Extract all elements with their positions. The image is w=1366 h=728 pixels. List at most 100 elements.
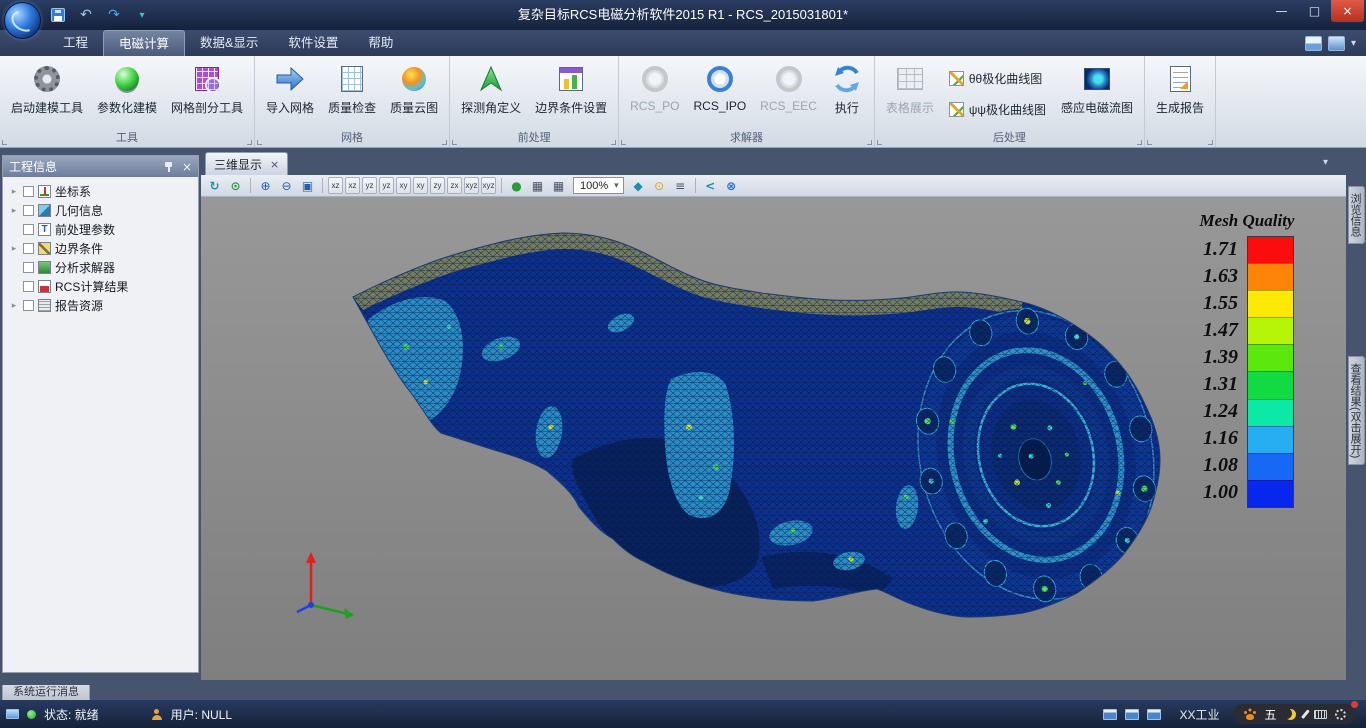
app-logo-icon: [4, 2, 41, 39]
execute-button[interactable]: 执行: [824, 59, 870, 116]
user-icon: [151, 709, 163, 720]
orbit-view-button[interactable]: ⊙: [226, 177, 245, 195]
rotate-view-button[interactable]: ↻: [205, 177, 224, 195]
ime-mode-label[interactable]: 五: [1264, 706, 1276, 723]
close-button[interactable]: ×: [1331, 0, 1364, 22]
redo-button[interactable]: ↷: [104, 5, 124, 25]
tree-checkbox[interactable]: [23, 243, 34, 254]
field-map-icon: [1084, 68, 1110, 90]
view-orientation-button[interactable]: yz: [379, 177, 394, 194]
application-window: ↶ ↷ ▾ 复杂目标RCS电磁分析软件2015 R1 - RCS_2015031…: [0, 0, 1366, 728]
menu-tab-software-settings[interactable]: 软件设置: [273, 30, 353, 56]
undo-button[interactable]: ↶: [76, 5, 96, 25]
zoom-window-button[interactable]: ▣: [298, 177, 317, 195]
tab-3d-display[interactable]: 三维显示 ×: [205, 152, 288, 175]
moon-icon[interactable]: [1285, 709, 1296, 720]
grid-toggle-button[interactable]: ▦: [549, 177, 568, 195]
input-method-bar[interactable]: 五: [1233, 704, 1356, 724]
shaded-view-button[interactable]: ●: [507, 177, 526, 195]
flow-share-button[interactable]: <: [701, 177, 720, 195]
layers-button[interactable]: ≡: [671, 177, 690, 195]
table-display-button[interactable]: 表格展示: [879, 59, 941, 116]
taskbar-window-icon[interactable]: [1125, 709, 1139, 720]
ime-paw-icon[interactable]: [1243, 708, 1256, 720]
tree-checkbox[interactable]: [23, 205, 34, 216]
menu-tab-em-computation[interactable]: 电磁计算: [103, 30, 185, 56]
view-orientation-button[interactable]: zy: [430, 177, 445, 194]
tree-checkbox[interactable]: [23, 262, 34, 273]
tree-checkbox[interactable]: [23, 224, 34, 235]
tree-item-analysis-solver[interactable]: ▸ 分析求解器: [5, 258, 196, 277]
view-orientation-button[interactable]: xz: [328, 177, 343, 194]
probe-angle-define-button[interactable]: 探测角定义: [454, 59, 528, 116]
theta-polarization-curve-button[interactable]: θθ极化曲线图: [941, 63, 1054, 94]
parametric-modeling-button[interactable]: 参数化建模: [90, 59, 164, 116]
system-messages-tab[interactable]: 系统运行消息: [2, 685, 90, 701]
psi-polarization-curve-button[interactable]: ψψ极化曲线图: [941, 94, 1054, 125]
keyboard-icon[interactable]: [1314, 710, 1327, 719]
quality-contour-button[interactable]: 质量云图: [383, 59, 445, 116]
rcs-ipo-button[interactable]: RCS_IPO: [686, 59, 753, 113]
quick-access-more-button[interactable]: ▾: [132, 5, 152, 25]
browse-info-tab[interactable]: 浏览信息: [1348, 186, 1365, 244]
close-view-button[interactable]: ⊗: [722, 177, 741, 195]
zoom-in-button[interactable]: ⊕: [256, 177, 275, 195]
import-mesh-button[interactable]: 导入网格: [259, 59, 321, 116]
taskbar-window-icon[interactable]: [1103, 709, 1117, 720]
tree-checkbox[interactable]: [23, 186, 34, 197]
tree-item-geometry-info[interactable]: ▸ 几何信息: [5, 201, 196, 220]
taskbar-window-icon[interactable]: [1147, 709, 1161, 720]
launch-modeling-tool-button[interactable]: 启动建模工具: [4, 59, 90, 116]
gear-icon[interactable]: [1335, 709, 1346, 720]
panel-toggle-icon[interactable]: [1305, 36, 1322, 51]
tree-item-boundary-conditions[interactable]: ▸ 边界条件: [5, 239, 196, 258]
menu-more-icon[interactable]: ▾: [1351, 38, 1356, 49]
menu-tab-help[interactable]: 帮助: [353, 30, 408, 56]
display-icon[interactable]: [1328, 36, 1345, 51]
expander-icon[interactable]: ▸: [9, 206, 19, 216]
zoom-out-button[interactable]: ⊖: [277, 177, 296, 195]
generate-report-button[interactable]: 生成报告: [1149, 59, 1211, 116]
pen-icon[interactable]: [1301, 709, 1309, 718]
tree-checkbox[interactable]: [23, 281, 34, 292]
render-mode-button[interactable]: ◆: [629, 177, 648, 195]
view-orientation-button[interactable]: xyz: [464, 177, 479, 194]
button-label: RCS_PO: [630, 99, 679, 113]
view-orientation-button[interactable]: xy: [413, 177, 428, 194]
menu-tab-data-display[interactable]: 数据&显示: [185, 30, 273, 56]
zoom-level-select[interactable]: 100% ▾: [573, 177, 624, 194]
induced-current-map-button[interactable]: 感应电磁流图: [1054, 59, 1140, 116]
mesh-partition-tool-button[interactable]: 网格剖分工具: [164, 59, 250, 116]
light-toggle-button[interactable]: ⊙: [650, 177, 669, 195]
rcs-eec-button[interactable]: RCS_EEC: [753, 59, 824, 113]
tree-item-coordinate-system[interactable]: ▸ 坐标系: [5, 182, 196, 201]
maximize-button[interactable]: □: [1298, 0, 1331, 22]
view-orientation-button[interactable]: xyz: [481, 177, 496, 194]
tree-item-preprocess-params[interactable]: ▸ 前处理参数: [5, 220, 196, 239]
wireframe-view-button[interactable]: ▦: [528, 177, 547, 195]
expander-icon[interactable]: ▸: [9, 187, 19, 197]
tree-item-report-resources[interactable]: ▸ 报告资源: [5, 296, 196, 315]
boundary-condition-settings-button[interactable]: 边界条件设置: [528, 59, 614, 116]
menu-tab-project[interactable]: 工程: [48, 30, 103, 56]
view-results-tab[interactable]: 查看结果(双击展开): [1348, 356, 1365, 465]
minimize-button[interactable]: —: [1265, 0, 1298, 22]
rcs-po-button[interactable]: RCS_PO: [623, 59, 686, 113]
view-orientation-button[interactable]: xy: [396, 177, 411, 194]
quality-check-button[interactable]: 质量检查: [321, 59, 383, 116]
tree-item-rcs-results[interactable]: ▸ RCS计算结果: [5, 277, 196, 296]
tab-close-icon[interactable]: ×: [270, 158, 279, 171]
view-orientation-button[interactable]: xz: [345, 177, 360, 194]
expander-icon[interactable]: ▸: [9, 301, 19, 311]
view-orientation-button[interactable]: zx: [447, 177, 462, 194]
menu-bar: 工程 电磁计算 数据&显示 软件设置 帮助 ▾: [0, 30, 1366, 56]
viewport-3d[interactable]: Mesh Quality 1.71 1.63 1.55 1.47 1.39 1.…: [201, 197, 1346, 680]
expander-icon[interactable]: ▸: [9, 244, 19, 254]
view-orientation-button[interactable]: yz: [362, 177, 377, 194]
tab-list-dropdown-icon[interactable]: ▾: [1323, 157, 1328, 168]
panel-close-icon[interactable]: ×: [182, 160, 192, 174]
pin-icon[interactable]: [164, 161, 173, 172]
button-label: 质量云图: [390, 99, 438, 116]
save-button[interactable]: [48, 5, 68, 25]
tree-checkbox[interactable]: [23, 300, 34, 311]
